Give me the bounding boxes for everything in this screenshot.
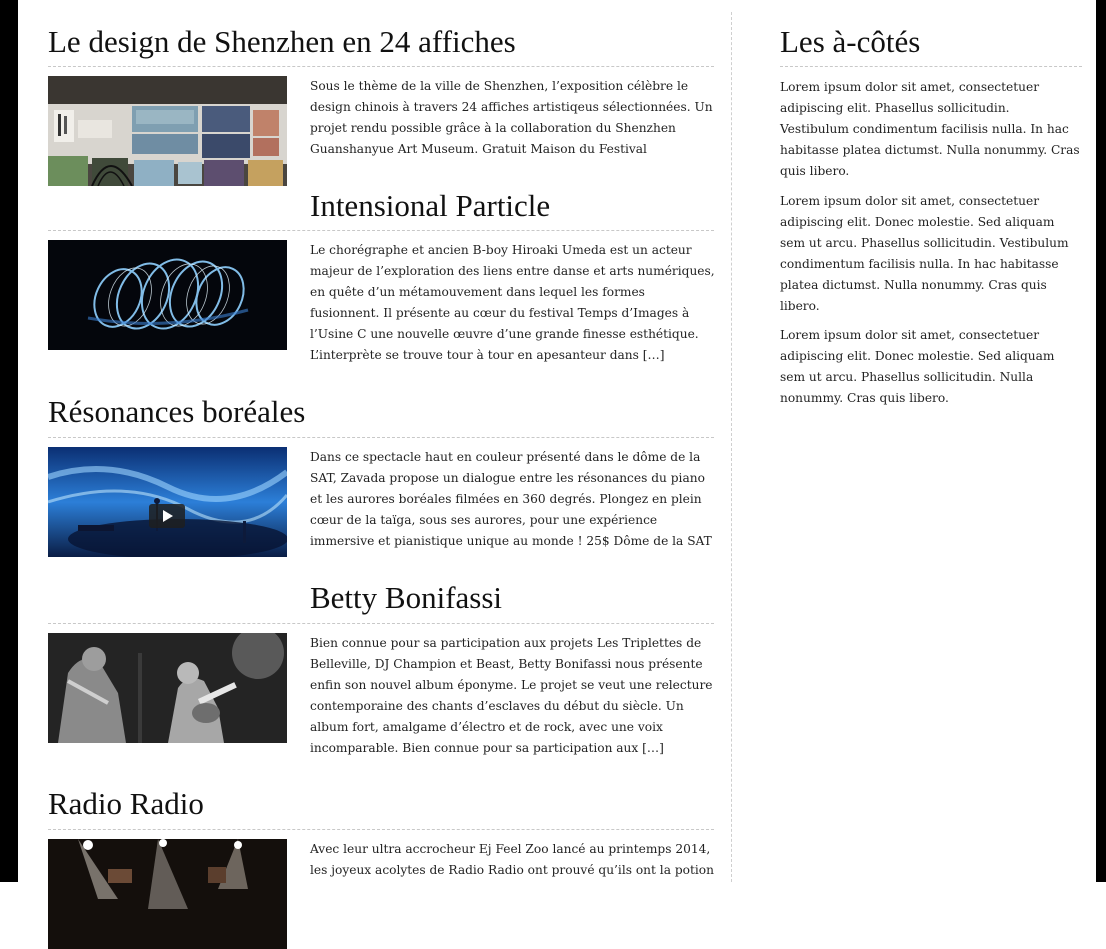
article-thumbnail[interactable] (48, 76, 287, 186)
article-thumbnail[interactable] (48, 240, 287, 350)
concert-photo (48, 633, 287, 743)
light-spiral-photo (48, 240, 287, 350)
divider (48, 66, 714, 67)
article-thumbnail[interactable] (48, 839, 287, 949)
window-edge-right (1096, 0, 1106, 882)
divider (48, 829, 714, 830)
article-video-thumbnail[interactable] (48, 447, 287, 557)
article-title[interactable]: Résonances boréales (48, 394, 305, 430)
article-excerpt: Le chorégraphe et ancien B-boy Hiroaki U… (310, 243, 715, 362)
divider (48, 623, 714, 624)
articles-column: Le design de Shenzhen en 24 affiches Sou… (48, 0, 715, 949)
sidebar-paragraph: Lorem ipsum dolor sit amet, consectetuer… (780, 194, 1069, 313)
gallery-photo (48, 76, 287, 186)
article-excerpt: Avec leur ultra accrocheur Ej Feel Zoo l… (310, 842, 714, 877)
sidebar-paragraph: Lorem ipsum dolor sit amet, consectetuer… (780, 80, 1080, 178)
article-excerpt: Dans ce spectacle haut en couleur présen… (310, 450, 712, 548)
play-button-icon[interactable] (149, 504, 185, 528)
article-title[interactable]: Intensional Particle (310, 188, 550, 224)
article-title[interactable]: Radio Radio (48, 786, 204, 822)
aurora-dome-photo (48, 447, 287, 557)
sidebar-paragraph: Lorem ipsum dolor sit amet, consectetuer… (780, 328, 1055, 405)
divider (48, 230, 714, 231)
divider (780, 66, 1082, 67)
sidebar-title: Les à-côtés (780, 24, 921, 59)
article-title[interactable]: Le design de Shenzhen en 24 affiches (48, 24, 516, 60)
stage-lights-photo (48, 839, 287, 949)
article-excerpt: Sous le thème de la ville de Shenzhen, l… (310, 79, 713, 156)
column-divider (731, 12, 732, 882)
article-thumbnail[interactable] (48, 633, 287, 743)
divider (48, 437, 714, 438)
window-edge-left (0, 0, 18, 882)
article-title[interactable]: Betty Bonifassi (310, 580, 502, 616)
article-excerpt: Bien connue pour sa participation aux pr… (310, 636, 713, 755)
